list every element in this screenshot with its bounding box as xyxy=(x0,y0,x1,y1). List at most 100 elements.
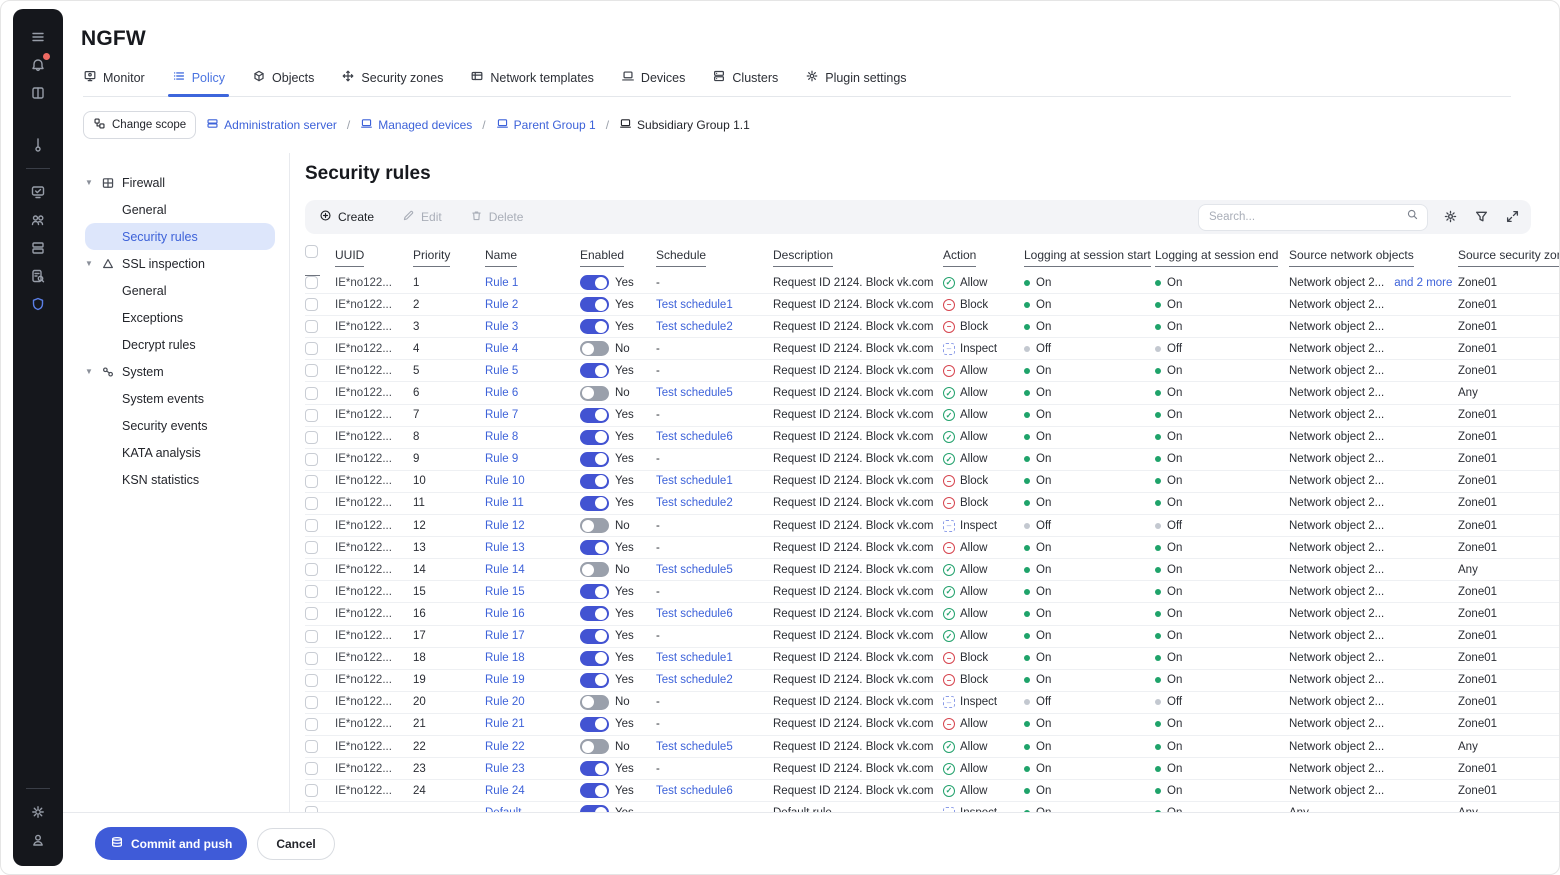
rule-name-link[interactable]: Rule 7 xyxy=(485,409,518,421)
enabled-toggle[interactable] xyxy=(580,386,609,401)
nav-group-ssl-inspection[interactable]: ▼ SSL inspection xyxy=(85,250,289,277)
rule-name-link[interactable]: Rule 19 xyxy=(485,674,525,686)
enabled-toggle[interactable] xyxy=(580,761,609,776)
row-checkbox[interactable] xyxy=(305,541,318,554)
row-checkbox[interactable] xyxy=(305,519,318,532)
enabled-toggle[interactable] xyxy=(580,717,609,732)
rule-name-link[interactable]: Rule 15 xyxy=(485,586,525,598)
column-header[interactable]: Logging at session start xyxy=(1024,248,1155,267)
filter-icon[interactable] xyxy=(1474,209,1490,225)
tab-objects[interactable]: Objects xyxy=(252,69,314,96)
servers-icon[interactable] xyxy=(24,234,52,262)
tab-policy[interactable]: Policy xyxy=(172,69,225,96)
column-header[interactable]: Source security zones xyxy=(1458,248,1559,267)
rule-name-link[interactable]: Rule 6 xyxy=(485,387,518,399)
create-button[interactable]: Create xyxy=(319,209,374,225)
row-checkbox[interactable] xyxy=(305,585,318,598)
security-shield-icon[interactable] xyxy=(24,290,52,318)
rule-name-link[interactable]: Rule 24 xyxy=(485,785,525,797)
enabled-toggle[interactable] xyxy=(580,540,609,555)
schedule-link[interactable]: Test schedule1 xyxy=(656,652,733,664)
row-checkbox[interactable] xyxy=(305,276,318,289)
breadcrumb-item[interactable]: Administration server xyxy=(206,117,337,133)
schedule-link[interactable]: Test schedule2 xyxy=(656,497,733,509)
schedule-link[interactable]: Test schedule6 xyxy=(656,608,733,620)
tab-monitor[interactable]: Monitor xyxy=(83,69,145,96)
rule-name-link[interactable]: Rule 11 xyxy=(485,497,524,509)
schedule-link[interactable]: Test schedule5 xyxy=(656,741,733,753)
rule-name-link[interactable]: Rule 23 xyxy=(485,763,525,775)
enabled-toggle[interactable] xyxy=(580,430,609,445)
row-checkbox[interactable] xyxy=(305,674,318,687)
menu-icon[interactable] xyxy=(24,23,52,51)
rule-name-link[interactable]: Rule 5 xyxy=(485,365,518,377)
enabled-toggle[interactable] xyxy=(580,783,609,798)
column-header[interactable]: Enabled xyxy=(580,248,656,267)
pin-icon[interactable] xyxy=(24,131,52,159)
schedule-link[interactable]: Test schedule1 xyxy=(656,475,733,487)
row-checkbox[interactable] xyxy=(305,696,318,709)
nav-item-general[interactable]: General xyxy=(85,277,275,304)
row-checkbox[interactable] xyxy=(305,409,318,422)
nav-item-general[interactable]: General xyxy=(85,196,275,223)
audit-icon[interactable] xyxy=(24,262,52,290)
enabled-toggle[interactable] xyxy=(580,584,609,599)
nav-item-security-rules[interactable]: Security rules xyxy=(85,223,275,250)
enabled-toggle[interactable] xyxy=(580,629,609,644)
enabled-toggle[interactable] xyxy=(580,805,609,812)
row-checkbox[interactable] xyxy=(305,342,318,355)
rule-name-link[interactable]: Rule 18 xyxy=(485,652,525,664)
notifications-icon[interactable] xyxy=(24,51,52,79)
nav-item-exceptions[interactable]: Exceptions xyxy=(85,304,275,331)
rule-name-link[interactable]: Rule 22 xyxy=(485,741,525,753)
select-all-checkbox[interactable] xyxy=(305,245,318,258)
enabled-toggle[interactable] xyxy=(580,474,609,489)
column-header[interactable]: Schedule xyxy=(656,248,773,267)
chevron-down-icon[interactable]: ▼ xyxy=(85,367,101,376)
rule-name-link[interactable]: Rule 17 xyxy=(485,630,525,642)
enabled-toggle[interactable] xyxy=(580,496,609,511)
row-checkbox[interactable] xyxy=(305,762,318,775)
enabled-toggle[interactable] xyxy=(580,651,609,666)
settings-icon[interactable] xyxy=(24,798,52,826)
tab-security-zones[interactable]: Security zones xyxy=(341,69,443,96)
rule-name-link[interactable]: Rule 16 xyxy=(485,608,525,620)
and-more-link[interactable]: and 2 more xyxy=(1394,277,1452,289)
docs-icon[interactable] xyxy=(24,79,52,107)
rule-name-link[interactable]: Rule 21 xyxy=(485,718,525,730)
row-checkbox[interactable] xyxy=(305,630,318,643)
row-checkbox[interactable] xyxy=(305,740,318,753)
nav-group-system[interactable]: ▼ System xyxy=(85,358,289,385)
enabled-toggle[interactable] xyxy=(580,363,609,378)
row-checkbox[interactable] xyxy=(305,387,318,400)
rule-name-link[interactable]: Rule 8 xyxy=(485,431,518,443)
column-header[interactable]: Name xyxy=(485,248,580,267)
nav-item-security-events[interactable]: Security events xyxy=(85,412,275,439)
chevron-down-icon[interactable]: ▼ xyxy=(85,259,101,268)
enabled-toggle[interactable] xyxy=(580,518,609,533)
column-header[interactable]: Action xyxy=(943,248,1024,267)
schedule-link[interactable]: Test schedule2 xyxy=(656,674,733,686)
schedule-link[interactable]: Test schedule2 xyxy=(656,321,733,333)
account-icon[interactable] xyxy=(24,826,52,854)
row-checkbox[interactable] xyxy=(305,652,318,665)
column-header[interactable]: Logging at session end xyxy=(1155,248,1289,267)
users-icon[interactable] xyxy=(24,206,52,234)
row-checkbox[interactable] xyxy=(305,475,318,488)
row-checkbox[interactable] xyxy=(305,431,318,444)
tab-plugin-settings[interactable]: Plugin settings xyxy=(805,69,906,96)
rule-name-link[interactable]: Rule 20 xyxy=(485,696,525,708)
rule-name-link[interactable]: Rule 14 xyxy=(485,564,525,576)
tab-devices[interactable]: Devices xyxy=(621,69,685,96)
nav-item-kata-analysis[interactable]: KATA analysis xyxy=(85,439,275,466)
nav-group-firewall[interactable]: ▼ Firewall xyxy=(85,169,289,196)
tab-clusters[interactable]: Clusters xyxy=(712,69,778,96)
breadcrumb-item[interactable]: Managed devices xyxy=(360,117,472,133)
nav-item-ksn-statistics[interactable]: KSN statistics xyxy=(85,466,275,493)
expand-icon[interactable] xyxy=(1505,209,1521,225)
enabled-toggle[interactable] xyxy=(580,341,609,356)
column-header[interactable]: Priority xyxy=(413,248,485,267)
row-checkbox[interactable] xyxy=(305,320,318,333)
enabled-toggle[interactable] xyxy=(580,452,609,467)
enabled-toggle[interactable] xyxy=(580,408,609,423)
